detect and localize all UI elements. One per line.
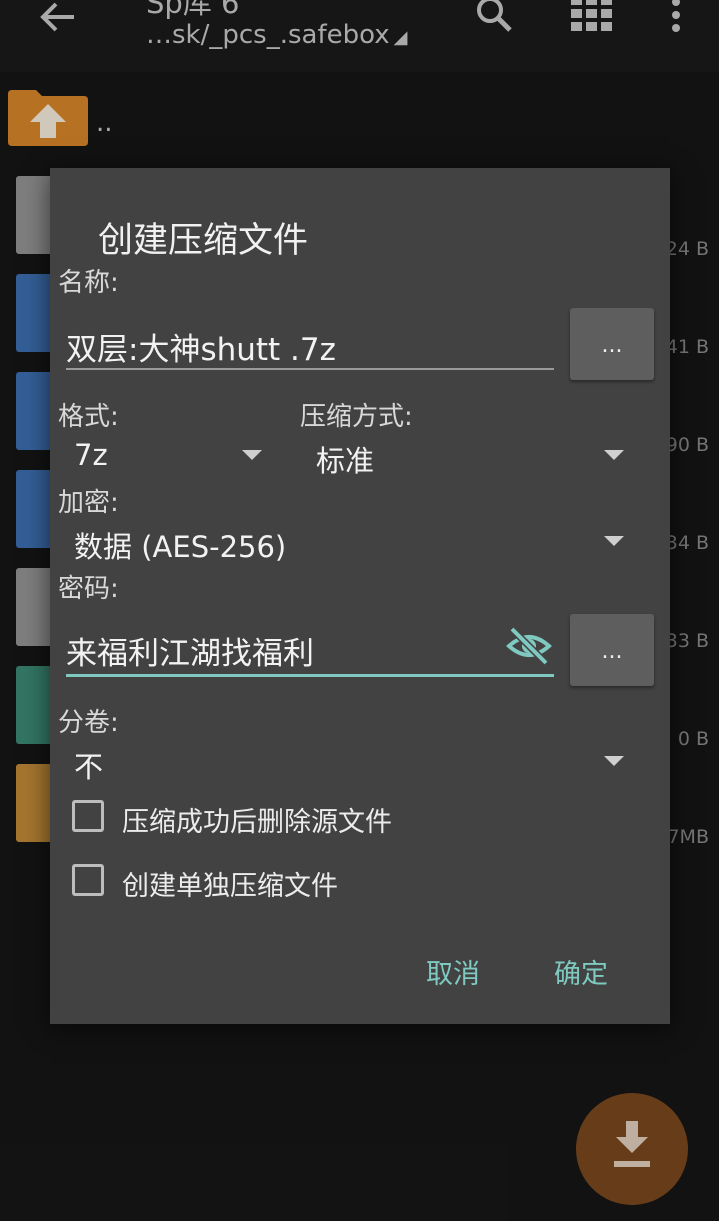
encryption-dropdown-icon[interactable] bbox=[604, 536, 624, 546]
format-label: 格式: bbox=[58, 402, 119, 432]
format-select[interactable]: 7z bbox=[74, 438, 108, 472]
format-dropdown-icon[interactable] bbox=[242, 450, 262, 460]
split-dropdown-icon[interactable] bbox=[604, 756, 624, 766]
ok-button[interactable]: 确定 bbox=[554, 952, 608, 991]
encryption-label: 加密: bbox=[58, 488, 119, 518]
create-archive-dialog: 创建压缩文件 名称: 双层:大神shutt .7z ... 格式: 压缩方式: … bbox=[50, 168, 670, 1024]
delete-source-checkbox[interactable] bbox=[72, 800, 104, 832]
name-browse-button[interactable]: ... bbox=[570, 308, 654, 380]
method-label: 压缩方式: bbox=[300, 402, 413, 432]
name-label: 名称: bbox=[58, 268, 119, 298]
archive-name-input[interactable]: 双层:大神shutt .7z bbox=[66, 324, 336, 369]
split-select[interactable]: 不 bbox=[74, 744, 103, 786]
visibility-off-icon[interactable] bbox=[506, 626, 552, 666]
method-select[interactable]: 标准 bbox=[316, 438, 374, 480]
separate-archive-checkbox[interactable] bbox=[72, 864, 104, 896]
password-label: 密码: bbox=[58, 574, 119, 604]
encryption-select[interactable]: 数据 (AES-256) bbox=[74, 524, 286, 566]
dialog-title: 创建压缩文件 bbox=[98, 221, 309, 261]
password-input-underline bbox=[66, 674, 554, 677]
method-dropdown-icon[interactable] bbox=[604, 450, 624, 460]
delete-source-label[interactable]: 压缩成功后删除源文件 bbox=[122, 800, 392, 839]
password-input[interactable]: 来福利江湖找福利 bbox=[66, 628, 314, 673]
password-browse-button[interactable]: ... bbox=[570, 614, 654, 686]
cancel-button[interactable]: 取消 bbox=[426, 952, 480, 991]
separate-archive-label[interactable]: 创建单独压缩文件 bbox=[122, 864, 338, 903]
name-input-underline bbox=[66, 368, 554, 370]
split-label: 分卷: bbox=[58, 708, 119, 738]
